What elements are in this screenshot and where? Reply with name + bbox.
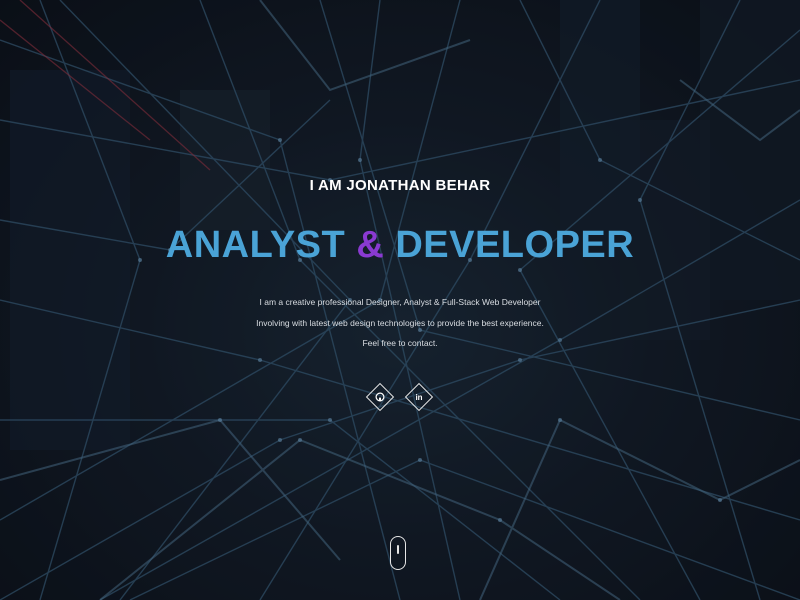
github-button[interactable]	[365, 382, 395, 412]
headline-word-analyst: ANALYST	[165, 224, 346, 266]
social-links: in	[0, 382, 800, 412]
headline-word-developer: DEVELOPER	[395, 224, 635, 266]
description-line: I am a creative professional Designer, A…	[259, 297, 541, 307]
mouse-scroll-icon[interactable]	[390, 536, 406, 570]
github-icon	[371, 388, 389, 406]
intro-text: I AM JONATHAN BEHAR	[309, 177, 491, 194]
hero-section: I AM JONATHAN BEHAR ANALYST & DEVELOPER …	[0, 0, 800, 600]
mouse-wheel	[397, 545, 399, 554]
linkedin-button[interactable]: in	[404, 382, 434, 412]
headline-ampersand: &	[356, 224, 385, 266]
description: I am a creative professional Designer, A…	[0, 292, 800, 354]
linkedin-icon: in	[415, 392, 423, 402]
description-line: Involving with latest web design technol…	[256, 317, 544, 328]
headline: ANALYST & DEVELOPER	[0, 222, 800, 268]
description-line: Feel free to contact.	[362, 338, 438, 348]
